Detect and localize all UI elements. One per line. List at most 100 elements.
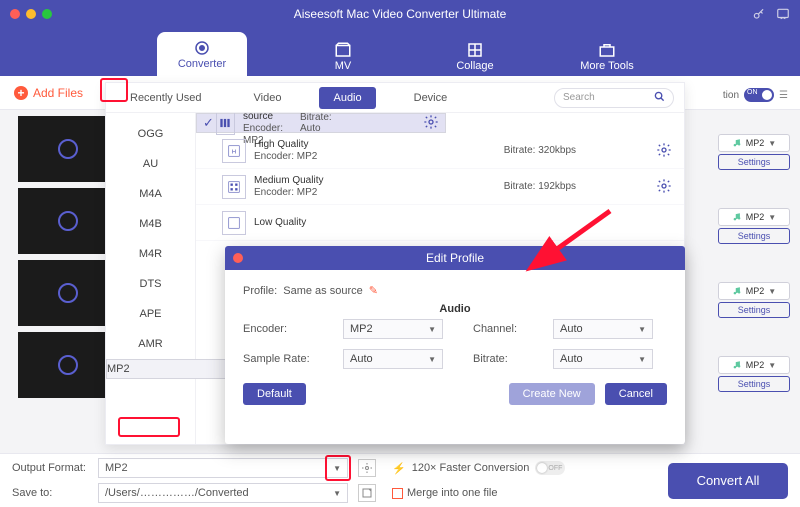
quality-icon [222,175,246,199]
chevron-down-icon: ▼ [428,355,436,364]
menu-icon[interactable]: ☰ [779,90,788,101]
create-new-button[interactable]: Create New [509,383,595,405]
edit-pencil-icon[interactable]: ✎ [369,284,378,297]
output-format-select[interactable]: MP2▼ [98,458,348,478]
quality-row-high[interactable]: H High QualityEncoder: MP2 Bitrate: 320k… [196,133,684,169]
tab-recently-used[interactable]: Recently Used [116,87,216,109]
quality-icon [216,113,235,135]
default-button[interactable]: Default [243,383,306,405]
cancel-button[interactable]: Cancel [605,383,667,405]
nav-mv[interactable]: MV [307,40,379,76]
convert-all-button[interactable]: Convert All [668,463,788,499]
checkbox-icon [392,488,403,499]
format-m4r[interactable]: M4R [106,239,195,269]
encoder-dropdown[interactable]: MP2▼ [343,319,443,339]
merge-label: Merge into one file [407,487,498,499]
format-tag-label: MP2 [746,286,765,296]
bitrate-dropdown[interactable]: Auto▼ [553,349,653,369]
nav-more-tools-label: More Tools [571,60,643,72]
nav-more-tools[interactable]: More Tools [571,40,643,76]
toolbox-icon [571,40,643,60]
thumbnail-item[interactable] [18,116,118,182]
add-files-label: Add Files [33,86,83,100]
thumbnail-item[interactable] [18,260,118,326]
nav-converter-label: Converter [165,58,239,70]
file-thumbnails [18,110,118,404]
quality-row-same-as-source[interactable]: ✓ Same as sourceEncoder: MP2 Bitrate: Au… [196,113,446,133]
quality-name: Medium Quality [254,175,323,186]
tab-video[interactable]: Video [240,87,296,109]
thumbnail-item[interactable] [18,188,118,254]
open-folder-icon[interactable] [358,484,376,502]
search-placeholder: Search [563,92,595,103]
format-tag[interactable]: MP2▼ [718,134,790,152]
format-au[interactable]: AU [106,149,195,179]
tab-audio[interactable]: Audio [319,87,375,109]
format-ogg[interactable]: OGG [106,119,195,149]
gear-icon[interactable] [423,114,439,132]
bolt-icon: ⚡ [392,462,406,475]
chevron-down-icon: ▼ [768,139,776,148]
faster-conversion-toggle[interactable]: OFF [535,461,565,475]
format-sidebar: OGG AU M4A M4B M4R DTS APE AMR MP2 [106,113,196,444]
chevron-down-icon: ▼ [768,361,776,370]
tab-device[interactable]: Device [400,87,462,109]
merge-checkbox[interactable]: Merge into one file [392,487,498,499]
format-tag[interactable]: MP2▼ [718,282,790,300]
music-note-icon [58,283,78,303]
format-dts[interactable]: DTS [106,269,195,299]
plus-icon: + [14,86,28,100]
chevron-down-icon: ▼ [768,287,776,296]
settings-icon[interactable] [358,459,376,477]
audio-section-title: Audio [243,303,667,315]
sample-rate-dropdown[interactable]: Auto ▼ [343,349,443,369]
quality-row-medium[interactable]: Medium QualityEncoder: MP2 Bitrate: 192k… [196,169,684,205]
quality-bitrate: Bitrate: 192kbps [504,181,576,192]
converter-icon [165,38,239,58]
save-to-select[interactable]: /Users/……………/Converted▼ [98,483,348,503]
profile-label: Profile: [243,285,277,297]
definition-label: tion [723,90,739,101]
format-amr[interactable]: AMR [106,329,195,359]
format-m4a[interactable]: M4A [106,179,195,209]
chevron-down-icon: ▼ [638,355,646,364]
add-files-button[interactable]: + Add Files [14,86,83,100]
chevron-down-icon: ▼ [333,489,341,498]
toggle-off-label: OFF [548,465,562,472]
encoder-label: Encoder: [243,323,323,335]
output-format-label: Output Format: [12,462,92,474]
main-nav: Converter MV Collage More Tools [0,28,800,76]
nav-collage-label: Collage [439,60,511,72]
settings-button[interactable]: Settings [718,228,790,244]
sample-rate-value: Auto [350,353,373,365]
format-m4b[interactable]: M4B [106,209,195,239]
close-icon[interactable] [233,253,243,263]
sample-rate-label: Sample Rate: [243,353,323,365]
format-ape[interactable]: APE [106,299,195,329]
format-tag[interactable]: MP2▼ [718,208,790,226]
settings-button[interactable]: Settings [718,376,790,392]
collage-icon [439,40,511,60]
quality-name: Low Quality [254,217,306,228]
settings-button[interactable]: Settings [718,154,790,170]
toggle-on-icon: ON [744,88,774,102]
output-format-value: MP2 [105,462,128,474]
quality-bitrate: Bitrate: 320kbps [504,145,576,156]
gear-icon[interactable] [656,142,674,160]
format-tag[interactable]: MP2▼ [718,356,790,374]
nav-collage[interactable]: Collage [439,40,511,76]
high-definition-toggle[interactable]: tion ON ☰ [723,88,788,102]
music-note-icon [58,139,78,159]
chevron-down-icon: ▼ [428,325,436,334]
chevron-down-icon: ▼ [768,213,776,222]
gear-icon[interactable] [656,178,674,196]
thumbnail-item[interactable] [18,332,118,398]
mv-icon [307,40,379,60]
channel-dropdown[interactable]: Auto▼ [553,319,653,339]
settings-button[interactable]: Settings [718,302,790,318]
nav-converter[interactable]: Converter [157,32,247,76]
format-panel-tabs: Recently Used Video Audio Device Search [106,83,684,113]
music-note-icon [58,355,78,375]
annotation-arrow [540,206,620,269]
format-search-input[interactable]: Search [554,88,674,108]
